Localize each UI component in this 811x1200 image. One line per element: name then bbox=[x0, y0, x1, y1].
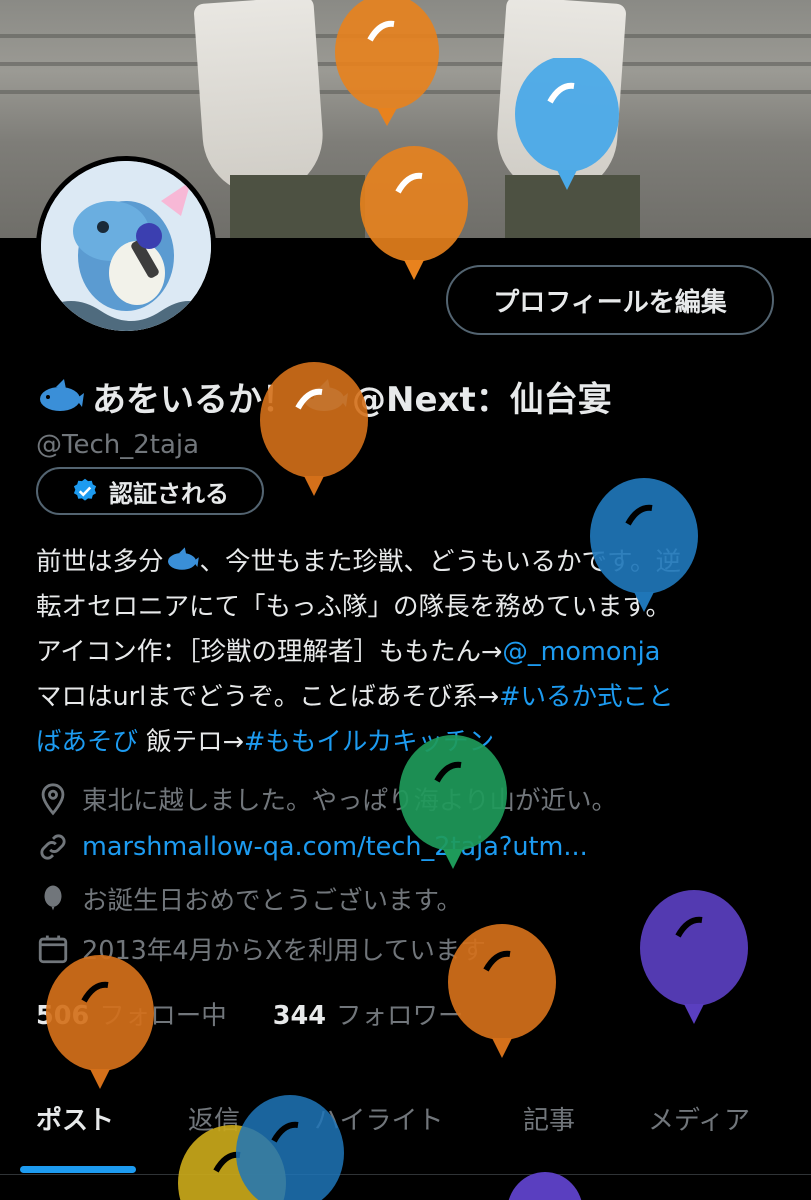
banner-pants-left bbox=[230, 175, 365, 238]
bio-text: アイコン作：［珍獣の理解者］ももたん→ bbox=[36, 637, 503, 667]
display-name-suffix: @Next：仙台宴 bbox=[352, 380, 612, 420]
birthday-balloon-icon[interactable] bbox=[638, 890, 750, 1032]
followers-stat[interactable]: 344 フォロワー bbox=[273, 995, 464, 1032]
profile-url-link[interactable]: marshmallow-qa.com/tech_2taja?utm... bbox=[82, 832, 588, 862]
tabs-divider bbox=[0, 1174, 811, 1175]
birthday-balloon-icon[interactable] bbox=[588, 478, 700, 620]
birthday-balloon-icon[interactable] bbox=[446, 924, 558, 1066]
balloon-icon bbox=[44, 885, 62, 910]
hashtag-link-cont[interactable]: ばあそび bbox=[36, 727, 138, 757]
followers-label: フォロワー bbox=[335, 1001, 464, 1031]
user-handle: @Tech_2taja bbox=[36, 430, 200, 460]
tab-posts[interactable]: ポスト bbox=[36, 1100, 114, 1137]
mention-link[interactable]: @_momonja bbox=[502, 637, 660, 667]
birthday-balloon-icon[interactable] bbox=[397, 735, 509, 877]
bio-text: マロはurlまでどうぞ。ことばあそび系→ bbox=[36, 682, 500, 712]
tab-media[interactable]: メディア bbox=[648, 1100, 750, 1137]
dolphin-emoji-icon-3 bbox=[164, 544, 200, 572]
active-tab-indicator bbox=[20, 1166, 136, 1173]
get-verified-button[interactable]: 認証される bbox=[36, 467, 264, 515]
birthday-balloon-icon[interactable] bbox=[234, 1095, 346, 1200]
bio-text: 前世は多分 bbox=[36, 547, 164, 577]
birthday-balloon-icon[interactable] bbox=[258, 362, 370, 504]
location-pin-icon bbox=[41, 782, 65, 815]
birthday-balloon-icon[interactable] bbox=[512, 58, 622, 198]
verified-badge-icon bbox=[73, 478, 97, 501]
birthday-text: お誕生日おめでとうございます。 bbox=[82, 886, 462, 916]
birthday-row: お誕生日おめでとうございます。 bbox=[36, 880, 462, 917]
bio-text: 飯テロ→ bbox=[138, 727, 244, 757]
birthday-balloon-icon[interactable] bbox=[44, 955, 156, 1097]
hashtag-link[interactable]: #いるか式こと bbox=[499, 682, 673, 712]
location-text: 東北に越しました。やっぱり海より山が近い。 bbox=[82, 786, 617, 816]
birthday-balloon-icon[interactable] bbox=[505, 1172, 585, 1200]
followers-count: 344 bbox=[272, 1001, 326, 1031]
edit-profile-button[interactable]: プロフィールを編集 bbox=[446, 265, 774, 335]
banner-shoe-left bbox=[193, 0, 327, 199]
profile-avatar[interactable] bbox=[36, 156, 216, 336]
tab-articles[interactable]: 記事 bbox=[523, 1100, 575, 1137]
birthday-balloon-icon[interactable] bbox=[358, 146, 470, 288]
dolphin-avatar-illustration bbox=[41, 161, 211, 331]
get-verified-label: 認証される bbox=[109, 479, 229, 508]
link-icon bbox=[40, 834, 66, 860]
location-row: 東北に越しました。やっぱり海より山が近い。 bbox=[36, 780, 617, 817]
birthday-balloon-icon[interactable] bbox=[332, 0, 442, 132]
dolphin-emoji-icon bbox=[36, 377, 84, 417]
